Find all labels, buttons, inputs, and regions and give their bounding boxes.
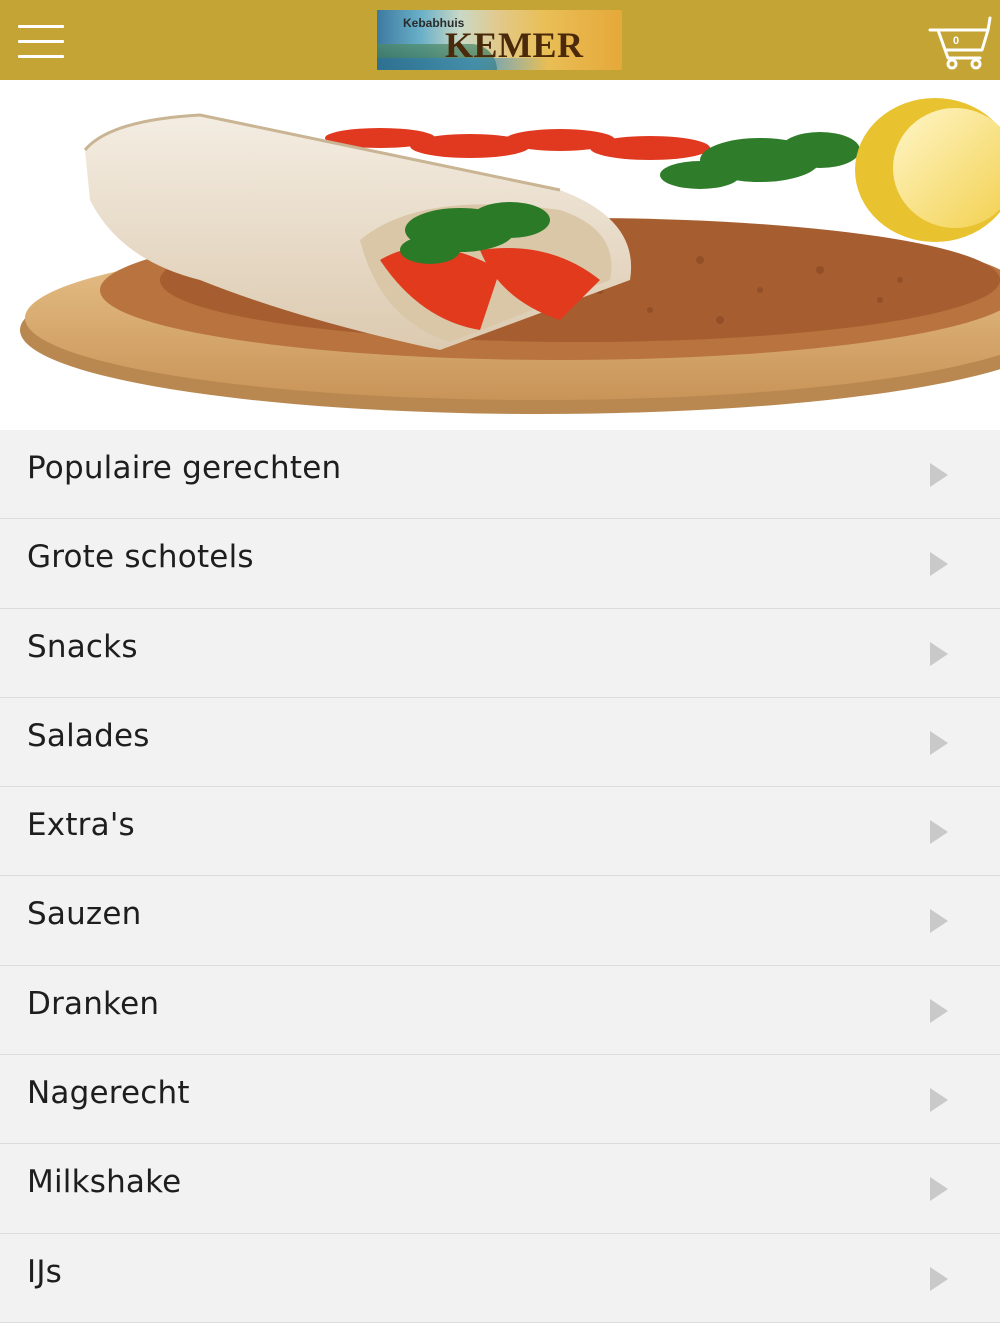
chevron-right-icon [930, 1177, 948, 1202]
menu-item-populaire-gerechten[interactable]: Populaire gerechten [0, 430, 1000, 520]
shopping-cart-icon[interactable]: 0 [928, 14, 992, 70]
chevron-right-icon [930, 463, 948, 487]
menu-item-nagerecht[interactable]: Nagerecht [0, 1055, 1000, 1145]
hero-food-image [0, 80, 1000, 430]
menu-item-grote-schotels[interactable]: Grote schotels [0, 519, 1000, 609]
chevron-right-icon [930, 730, 948, 755]
menu-item-snacks[interactable]: Snacks [0, 608, 1000, 698]
chevron-right-icon [930, 1266, 948, 1291]
menu-item-label: Snacks [27, 628, 138, 665]
chevron-right-icon [930, 552, 948, 577]
menu-item-sauzen[interactable]: Sauzen [0, 876, 1000, 966]
menu-item-dranken[interactable]: Dranken [0, 965, 1000, 1056]
menu-item-label: IJs [27, 1253, 63, 1290]
menu-item-label: Milkshake [27, 1164, 182, 1201]
menu-item-extras[interactable]: Extra's [0, 787, 1000, 877]
category-menu: Populaire gerechten Grote schotels Snack… [0, 430, 1000, 1323]
menu-item-label: Dranken [27, 985, 160, 1022]
app-header: Kebabhuis KEMER 0 [0, 0, 1000, 80]
menu-item-ijs[interactable]: IJs [0, 1233, 1000, 1323]
menu-item-milkshake[interactable]: Milkshake [0, 1144, 1000, 1234]
menu-item-label: Grote schotels [27, 539, 254, 576]
cart-count-badge: 0 [952, 35, 960, 47]
menu-item-label: Nagerecht [27, 1075, 190, 1112]
menu-item-label: Salades [27, 717, 150, 754]
hamburger-icon[interactable] [16, 22, 66, 62]
menu-item-label: Sauzen [27, 896, 142, 933]
menu-item-salades[interactable]: Salades [0, 697, 1000, 788]
kemer-logo[interactable]: Kebabhuis KEMER [377, 10, 622, 70]
chevron-right-icon [930, 641, 948, 666]
chevron-right-icon [930, 998, 948, 1023]
logo-title: KEMER [445, 25, 584, 65]
menu-item-label: Populaire gerechten [27, 450, 342, 486]
menu-item-label: Extra's [27, 807, 135, 844]
chevron-right-icon [930, 820, 948, 845]
chevron-right-icon [930, 909, 948, 934]
lahmacun-wrap-illustration [20, 98, 1000, 414]
chevron-right-icon [930, 1088, 948, 1113]
